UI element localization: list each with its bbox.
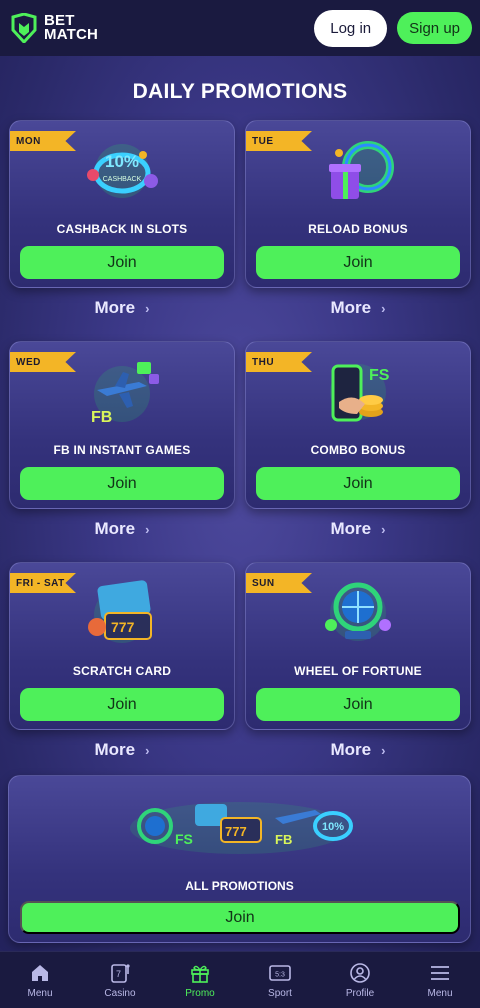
phone-coins-art-icon: FS [330, 364, 390, 422]
more-label: More [94, 740, 136, 759]
card-title: CASHBACK IN SLOTS [56, 222, 188, 236]
all-promotions-art-icon: FS 777 FB 10% [129, 802, 353, 854]
day-tag: MON [10, 131, 76, 151]
betmatch-logo[interactable]: BET MATCH [10, 13, 98, 43]
promo-card-scratch[interactable]: FRI - SAT 777 SCRATCH CARD Join [9, 562, 235, 730]
promo-card-combo[interactable]: THU FS COMBO BONUS Join [245, 341, 471, 509]
chevron-right-icon: › [145, 742, 150, 758]
svg-text:FS: FS [175, 831, 193, 847]
airplane-fb-art-icon: FB [91, 362, 159, 426]
join-button[interactable]: Join [20, 246, 224, 279]
svg-text:10%: 10% [105, 152, 139, 171]
card-title: SCRATCH CARD [72, 664, 172, 678]
gift-icon [191, 965, 209, 983]
nav-item-menu[interactable]: Menu [400, 962, 480, 999]
svg-text:777: 777 [225, 824, 247, 839]
logo-icon [11, 13, 37, 43]
bottom-navigation: Menu 7 Casino Promo 5:3 Sport Profile Me… [0, 951, 480, 1008]
nav-label: Promo [185, 987, 215, 999]
profile-icon [350, 962, 370, 983]
promo-card-instant-games[interactable]: WED FB FB IN INSTANT GAMES Join [9, 341, 235, 509]
more-label: More [94, 519, 136, 538]
day-tag: FRI - SAT [10, 573, 76, 593]
nav-item-casino[interactable]: 7 Casino [80, 962, 160, 999]
chevron-right-icon: › [381, 300, 386, 316]
promo-card-wheel[interactable]: SUN WHEEL OF FORTUNE Join [245, 562, 471, 730]
more-label: More [330, 298, 372, 317]
more-link[interactable]: More › [9, 519, 235, 539]
card-title: COMBO BONUS [310, 443, 406, 457]
more-label: More [330, 519, 372, 538]
page-title: DAILY PROMOTIONS [132, 80, 348, 103]
home-icon [32, 964, 48, 981]
more-link[interactable]: More › [9, 298, 235, 318]
svg-text:FB: FB [275, 832, 292, 847]
card-title: RELOAD BONUS [308, 222, 408, 236]
join-button[interactable]: Join [256, 688, 460, 721]
svg-text:FB: FB [91, 409, 112, 426]
reload-gift-art-icon [329, 141, 394, 199]
chevron-right-icon: › [145, 300, 150, 316]
svg-text:777: 777 [111, 619, 135, 635]
chevron-right-icon: › [145, 521, 150, 537]
promo-card-reload[interactable]: TUE RELOAD BONUS Join [245, 120, 471, 288]
nav-label: Sport [268, 987, 292, 999]
chevron-right-icon: › [381, 742, 386, 758]
join-button[interactable]: Join [20, 688, 224, 721]
join-button[interactable]: Join [256, 467, 460, 500]
day-tag: THU [246, 352, 312, 372]
day-tag: WED [10, 352, 76, 372]
all-promotions-title: ALL PROMOTIONS [185, 879, 294, 893]
hamburger-icon [431, 965, 449, 980]
scratch-card-art-icon: 777 [88, 580, 152, 643]
more-link[interactable]: More › [245, 519, 471, 539]
more-link[interactable]: More › [9, 740, 235, 760]
nav-item-profile[interactable]: Profile [320, 962, 400, 999]
logo-text: BET MATCH [44, 13, 99, 43]
nav-label: Menu [427, 987, 453, 999]
more-link[interactable]: More › [245, 298, 471, 318]
svg-text:FS: FS [369, 367, 390, 384]
nav-item-sport[interactable]: 5:3 Sport [240, 962, 320, 999]
scoreboard-icon: 5:3 [269, 964, 291, 981]
card-title: FB IN INSTANT GAMES [53, 443, 191, 457]
nav-label: Casino [104, 987, 136, 999]
more-link[interactable]: More › [245, 740, 471, 760]
join-button[interactable]: Join [20, 467, 224, 500]
signup-button[interactable]: Sign up [397, 12, 472, 44]
all-promotions-join-button[interactable]: Join [20, 901, 460, 934]
svg-text:CASHBACK: CASHBACK [103, 176, 142, 183]
nav-item-promo[interactable]: Promo [160, 962, 240, 999]
nav-label: Menu [27, 987, 53, 999]
svg-text:5:3: 5:3 [275, 971, 285, 978]
day-tag: SUN [246, 573, 312, 593]
chevron-right-icon: › [381, 521, 386, 537]
nav-label: Profile [345, 987, 375, 999]
slot-icon: 7 [111, 963, 130, 983]
login-button[interactable]: Log in [314, 9, 388, 47]
join-button[interactable]: Join [256, 246, 460, 279]
top-bar: BET MATCH Log in Sign up [0, 0, 480, 56]
svg-text:7: 7 [116, 969, 121, 979]
logo-line2: MATCH [44, 26, 99, 43]
svg-text:10%: 10% [321, 821, 343, 833]
more-label: More [330, 740, 372, 759]
more-label: More [94, 298, 136, 317]
all-promotions-card[interactable]: FS 777 FB 10% ALL PROMOTIONS Join [8, 775, 471, 943]
day-tag: TUE [246, 131, 312, 151]
wheel-of-fortune-art-icon [325, 582, 391, 641]
card-title: WHEEL OF FORTUNE [294, 664, 422, 678]
cashback-art-icon: 10% CASHBACK [87, 144, 158, 198]
promo-card-cashback[interactable]: MON 10% CASHBACK CASHBACK IN SLOTS Join [9, 120, 235, 288]
nav-item-menu-home[interactable]: Menu [0, 962, 80, 999]
